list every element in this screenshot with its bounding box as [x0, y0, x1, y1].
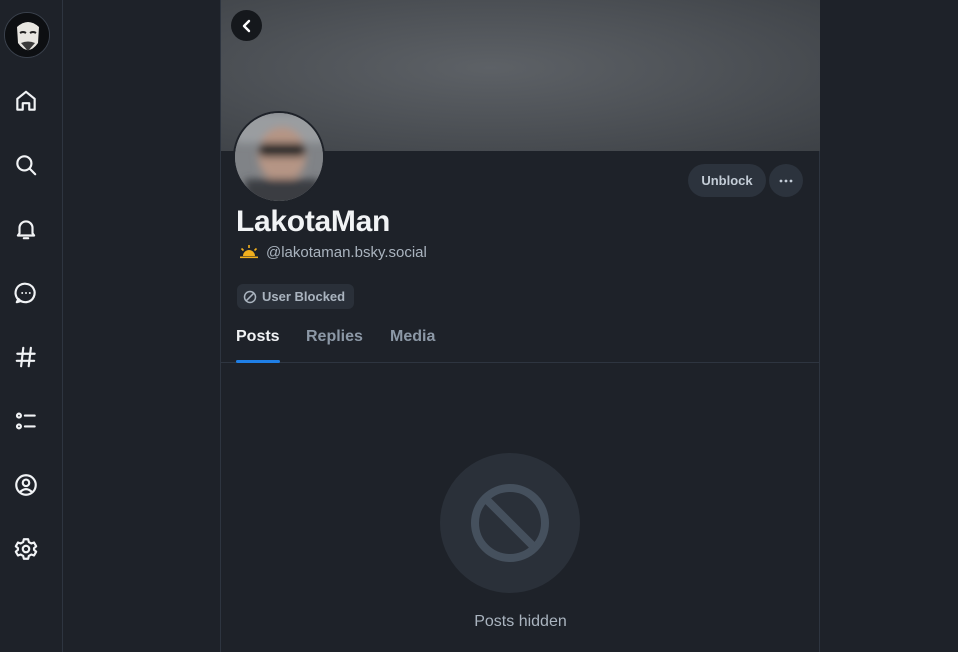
chevron-left-icon: [242, 19, 250, 32]
chat-bubble-icon: [14, 282, 36, 304]
tab-replies[interactable]: Replies: [306, 328, 363, 362]
blurred-avatar-image: [235, 113, 323, 201]
app-root: Unblock LakotaMan @lakotaman.bsky.social…: [0, 0, 958, 652]
profile-column: Unblock LakotaMan @lakotaman.bsky.social…: [220, 0, 820, 652]
nav-feeds-button[interactable]: [10, 341, 42, 373]
home-icon: [16, 90, 36, 111]
nav-home-button[interactable]: [10, 85, 42, 117]
posts-hidden-illustration: [440, 453, 580, 593]
search-icon: [16, 155, 37, 176]
list-icon: [15, 412, 36, 430]
bell-icon: [16, 220, 36, 240]
left-nav-rail: [0, 0, 63, 652]
user-blocked-badge: User Blocked: [237, 284, 355, 309]
posts-hidden-text: Posts hidden: [474, 613, 567, 630]
back-button[interactable]: [231, 10, 262, 41]
ban-icon: [471, 484, 549, 562]
display-name: LakotaMan: [236, 205, 390, 238]
gear-icon: [14, 538, 38, 560]
hashtag-icon: [15, 346, 36, 368]
handle-row: @lakotaman.bsky.social: [238, 242, 427, 262]
ellipsis-icon: [779, 179, 793, 182]
blocked-badge-label: User Blocked: [262, 289, 346, 304]
more-options-button[interactable]: [769, 164, 803, 197]
blocked-icon: [243, 290, 257, 303]
tab-media[interactable]: Media: [390, 328, 435, 362]
profile-avatar[interactable]: [233, 111, 325, 203]
nav-search-button[interactable]: [10, 149, 42, 181]
profile-tabs: Posts Replies Media: [221, 318, 820, 363]
user-circle-icon: [15, 474, 37, 496]
profile-handle: @lakotaman.bsky.social: [266, 243, 427, 261]
tab-posts[interactable]: Posts: [236, 328, 280, 363]
current-user-avatar[interactable]: [4, 12, 50, 58]
nav-chat-button[interactable]: [10, 277, 42, 309]
nav-settings-button[interactable]: [10, 533, 42, 565]
nav-notifications-button[interactable]: [10, 213, 42, 245]
nav-profile-button[interactable]: [10, 469, 42, 501]
unblock-button[interactable]: Unblock: [688, 164, 766, 197]
nav-lists-button[interactable]: [10, 405, 42, 437]
sunrise-icon: [240, 245, 258, 259]
